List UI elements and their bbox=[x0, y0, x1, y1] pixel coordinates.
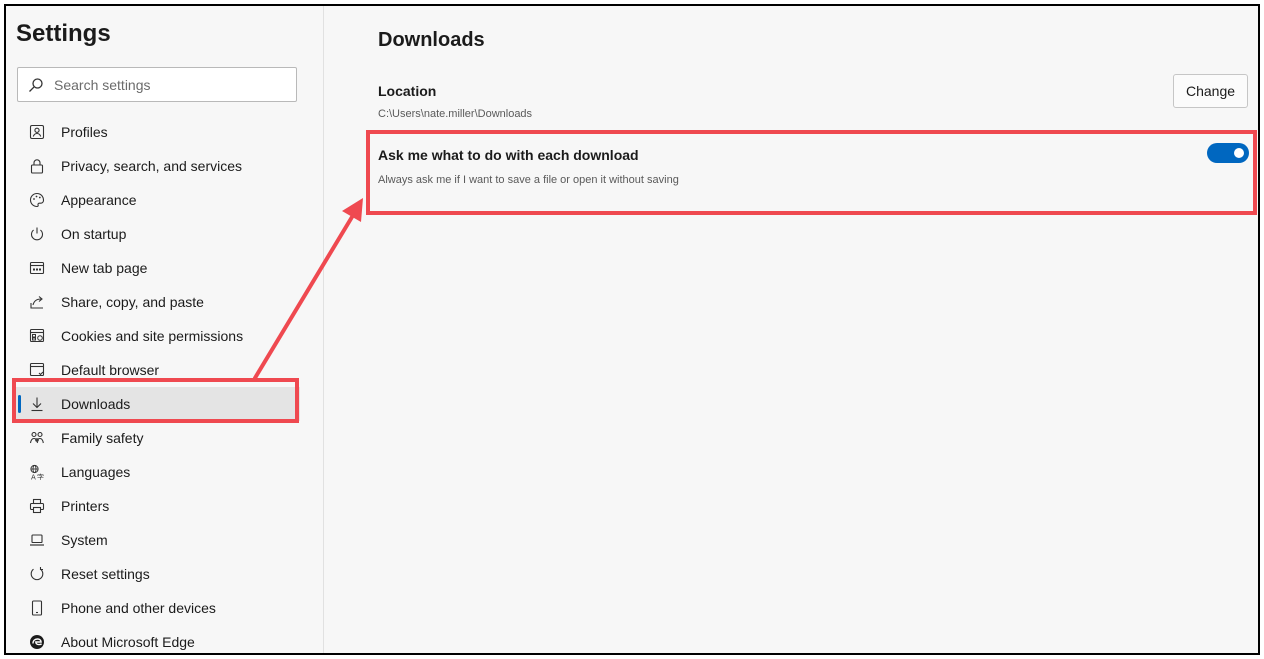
sidebar-item-label: System bbox=[61, 532, 108, 548]
svg-text:A: A bbox=[31, 474, 36, 481]
sidebar-item-family-safety[interactable]: Family safety bbox=[16, 421, 300, 455]
download-icon bbox=[28, 395, 46, 413]
ask-download-description: Always ask me if I want to save a file o… bbox=[378, 174, 679, 186]
sidebar-item-label: Share, copy, and paste bbox=[61, 294, 204, 310]
sidebar-item-phone-devices[interactable]: Phone and other devices bbox=[16, 591, 300, 625]
location-path: C:\Users\nate.miller\Downloads bbox=[378, 108, 533, 120]
main-content: Downloads Location C:\Users\nate.miller\… bbox=[325, 6, 1258, 653]
reset-icon bbox=[28, 565, 46, 583]
sidebar-item-reset-settings[interactable]: Reset settings bbox=[16, 557, 300, 591]
sidebar-item-label: Default browser bbox=[61, 362, 160, 378]
sidebar-item-label: On startup bbox=[61, 226, 127, 242]
sidebar-item-label: Downloads bbox=[61, 396, 131, 412]
search-input[interactable] bbox=[54, 76, 284, 93]
page-title: Downloads bbox=[378, 29, 485, 51]
sidebar-item-privacy[interactable]: Privacy, search, and services bbox=[16, 149, 300, 183]
sidebar-item-profiles[interactable]: Profiles bbox=[16, 115, 300, 149]
sidebar-item-about-edge[interactable]: About Microsoft Edge bbox=[16, 625, 300, 653]
languages-icon: A字 bbox=[28, 463, 46, 481]
toggle-knob bbox=[1234, 148, 1244, 158]
family-icon bbox=[28, 429, 46, 447]
sidebar-item-on-startup[interactable]: On startup bbox=[16, 217, 300, 251]
sidebar-item-languages[interactable]: A字 Languages bbox=[16, 455, 300, 489]
share-icon bbox=[28, 293, 46, 311]
search-icon bbox=[18, 68, 54, 101]
location-label: Location bbox=[378, 83, 437, 99]
sidebar-item-label: About Microsoft Edge bbox=[61, 634, 195, 650]
new-tab-icon bbox=[28, 259, 46, 277]
printer-icon bbox=[28, 497, 46, 515]
palette-icon bbox=[28, 191, 46, 209]
sidebar: Settings Profiles Privacy, search, and s… bbox=[6, 6, 324, 653]
change-location-button[interactable]: Change bbox=[1173, 74, 1248, 108]
sidebar-item-appearance[interactable]: Appearance bbox=[16, 183, 300, 217]
browser-icon bbox=[28, 361, 46, 379]
sidebar-item-label: Appearance bbox=[61, 192, 137, 208]
sidebar-item-label: Cookies and site permissions bbox=[61, 328, 244, 344]
sidebar-item-label: New tab page bbox=[61, 260, 148, 276]
search-box[interactable] bbox=[17, 67, 297, 102]
ask-download-label: Ask me what to do with each download bbox=[378, 147, 639, 163]
profile-icon bbox=[28, 123, 46, 141]
edge-logo-icon bbox=[28, 633, 46, 651]
sidebar-item-printers[interactable]: Printers bbox=[16, 489, 300, 523]
ask-download-toggle[interactable] bbox=[1207, 143, 1249, 163]
settings-window: Settings Profiles Privacy, search, and s… bbox=[4, 4, 1260, 655]
sidebar-item-new-tab-page[interactable]: New tab page bbox=[16, 251, 300, 285]
sidebar-item-label: Phone and other devices bbox=[61, 600, 216, 616]
sidebar-item-default-browser[interactable]: Default browser bbox=[16, 353, 300, 387]
sidebar-item-share-copy-paste[interactable]: Share, copy, and paste bbox=[16, 285, 300, 319]
sidebar-item-label: Reset settings bbox=[61, 566, 150, 582]
lock-icon bbox=[28, 157, 46, 175]
power-icon bbox=[28, 225, 46, 243]
phone-icon bbox=[28, 599, 46, 617]
sidebar-item-label: Privacy, search, and services bbox=[61, 158, 243, 174]
sidebar-item-label: Printers bbox=[61, 498, 110, 514]
svg-text:字: 字 bbox=[37, 473, 44, 481]
sidebar-item-system[interactable]: System bbox=[16, 523, 300, 557]
cookies-icon bbox=[28, 327, 46, 345]
laptop-icon bbox=[28, 531, 46, 549]
sidebar-item-label: Languages bbox=[61, 464, 131, 480]
sidebar-item-cookies[interactable]: Cookies and site permissions bbox=[16, 319, 300, 353]
settings-title: Settings bbox=[16, 20, 111, 47]
sidebar-item-label: Family safety bbox=[61, 430, 144, 446]
sidebar-item-downloads[interactable]: Downloads bbox=[16, 387, 300, 421]
sidebar-item-label: Profiles bbox=[61, 124, 108, 140]
sidebar-nav: Profiles Privacy, search, and services A… bbox=[16, 115, 300, 653]
